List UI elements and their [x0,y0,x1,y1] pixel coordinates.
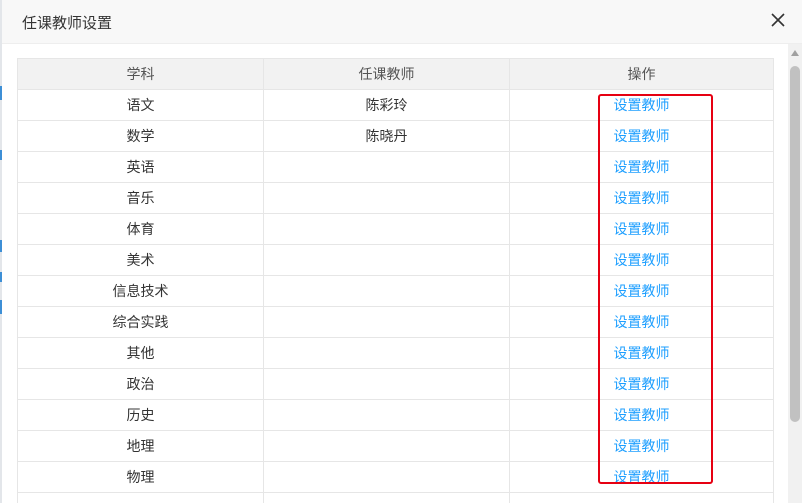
set-teacher-link[interactable]: 设置教师 [614,222,670,238]
table-row: 英语 设置教师 [17,151,774,183]
dialog-content: 学科 任课教师 操作 语文 陈彩玲 设置教师 数学 陈晓丹 设置教师 英语 设置教师 音乐 设置教… [2,44,802,503]
action-cell [509,492,774,503]
set-teacher-link[interactable]: 设置教师 [614,253,670,269]
vertical-scrollbar[interactable] [788,44,802,503]
set-teacher-link[interactable]: 设置教师 [614,439,670,455]
dialog-title: 任课教师设置 [22,14,113,32]
table-row: 综合实践 设置教师 [17,306,774,338]
table-row: 体育 设置教师 [17,213,774,245]
subject-cell: 信息技术 [17,275,264,307]
table-row: 数学 陈晓丹 设置教师 [17,120,774,152]
action-cell: 设置教师 [509,89,774,121]
table-row: 音乐 设置教师 [17,182,774,214]
action-cell: 设置教师 [509,306,774,338]
action-cell: 设置教师 [509,430,774,462]
scrollbar-thumb[interactable] [790,66,800,422]
subject-cell: 综合实践 [17,306,264,338]
scroll-up-arrow-icon[interactable] [788,50,802,60]
subject-cell: 语文 [17,89,264,121]
action-cell: 设置教师 [509,399,774,431]
set-teacher-link[interactable]: 设置教师 [614,408,670,424]
subject-teacher-table: 学科 任课教师 操作 语文 陈彩玲 设置教师 数学 陈晓丹 设置教师 英语 设置教师 音乐 设置教… [17,58,774,503]
table-row [17,492,774,503]
action-cell: 设置教师 [509,182,774,214]
teacher-cell [263,275,510,307]
subject-cell: 英语 [17,151,264,183]
teacher-cell [263,151,510,183]
set-teacher-link[interactable]: 设置教师 [614,315,670,331]
teacher-cell [263,182,510,214]
table-row: 地理 设置教师 [17,430,774,462]
teacher-cell [263,492,510,503]
teacher-cell [263,461,510,493]
subject-cell: 政治 [17,368,264,400]
teacher-cell [263,213,510,245]
dialog-titlebar: 任课教师设置 [2,0,802,44]
column-header-action: 操作 [509,58,774,90]
teacher-assignment-dialog: 任课教师设置 学科 任课教师 操作 语文 陈彩玲 设置教师 数学 陈晓丹 设置教师 英语 设置… [2,0,802,503]
subject-cell: 地理 [17,430,264,462]
teacher-cell: 陈彩玲 [263,89,510,121]
set-teacher-link[interactable]: 设置教师 [614,346,670,362]
set-teacher-link[interactable]: 设置教师 [614,98,670,114]
teacher-cell [263,430,510,462]
teacher-cell [263,306,510,338]
subject-cell: 音乐 [17,182,264,214]
action-cell: 设置教师 [509,368,774,400]
subject-cell: 物理 [17,461,264,493]
table-row: 美术 设置教师 [17,244,774,276]
subject-cell [17,492,264,503]
table-row: 历史 设置教师 [17,399,774,431]
table-row: 其他 设置教师 [17,337,774,369]
teacher-cell [263,368,510,400]
set-teacher-link[interactable]: 设置教师 [614,284,670,300]
table-row: 语文 陈彩玲 设置教师 [17,89,774,121]
action-cell: 设置教师 [509,213,774,245]
close-icon[interactable] [766,8,790,32]
set-teacher-link[interactable]: 设置教师 [614,377,670,393]
action-cell: 设置教师 [509,337,774,369]
set-teacher-link[interactable]: 设置教师 [614,129,670,145]
table-header-row: 学科 任课教师 操作 [17,58,774,90]
subject-cell: 历史 [17,399,264,431]
teacher-cell: 陈晓丹 [263,120,510,152]
teacher-cell [263,244,510,276]
subject-cell: 数学 [17,120,264,152]
table-row: 信息技术 设置教师 [17,275,774,307]
teacher-cell [263,337,510,369]
column-header-teacher: 任课教师 [263,58,510,90]
action-cell: 设置教师 [509,275,774,307]
action-cell: 设置教师 [509,461,774,493]
table-row: 物理 设置教师 [17,461,774,493]
column-header-subject: 学科 [17,58,264,90]
subject-cell: 体育 [17,213,264,245]
set-teacher-link[interactable]: 设置教师 [614,160,670,176]
table-row: 政治 设置教师 [17,368,774,400]
teacher-cell [263,399,510,431]
subject-cell: 美术 [17,244,264,276]
set-teacher-link[interactable]: 设置教师 [614,470,670,486]
action-cell: 设置教师 [509,244,774,276]
action-cell: 设置教师 [509,120,774,152]
set-teacher-link[interactable]: 设置教师 [614,191,670,207]
action-cell: 设置教师 [509,151,774,183]
subject-cell: 其他 [17,337,264,369]
